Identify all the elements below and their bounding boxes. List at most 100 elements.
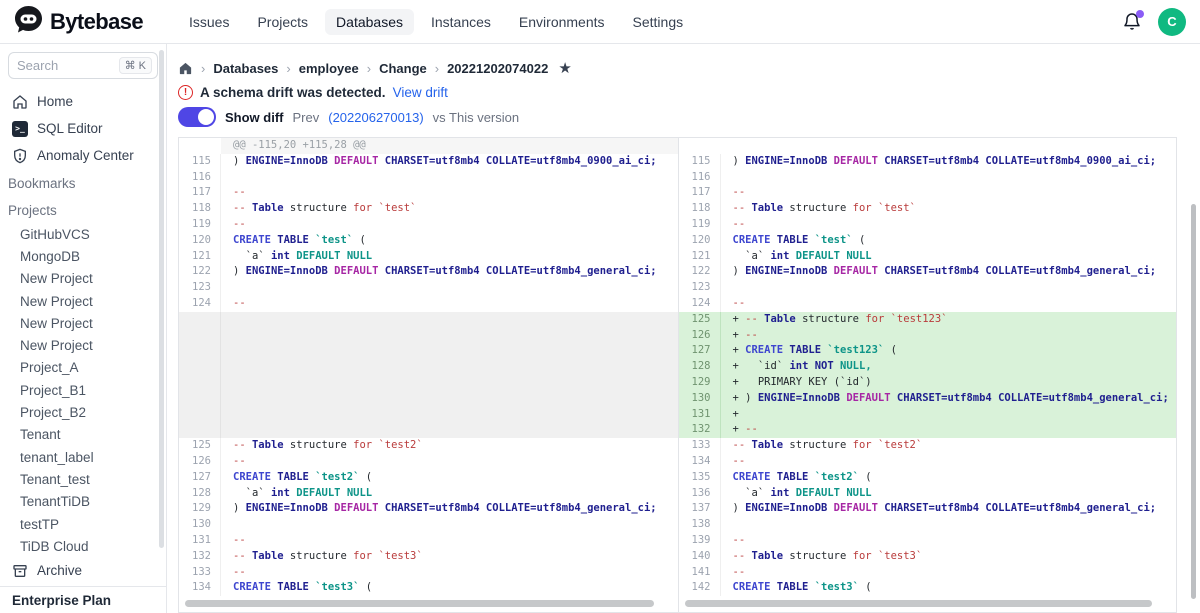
diff-row: 130 [179,517,678,533]
diff-row: 140-- Table structure for `test3` [679,549,1177,565]
nav-tab-projects[interactable]: Projects [246,9,319,35]
diff-row: 124-- [179,296,678,312]
sidebar-project-item[interactable]: TenantTiDB [0,491,166,513]
breadcrumb-item[interactable]: Databases [213,61,278,76]
diff-row: 115) ENGINE=InnoDB DEFAULT CHARSET=utf8m… [679,154,1177,170]
sidebar-project-item[interactable]: testTP [0,513,166,535]
diff-row-added: 129+ PRIMARY KEY (`id`) [679,375,1177,391]
diff-row: 120CREATE TABLE `test` ( [179,233,678,249]
search-input[interactable] [17,58,107,73]
top-nav: Bytebase IssuesProjectsDatabasesInstance… [0,0,1200,44]
diff-row-added: 132+ -- [679,422,1177,438]
sidebar-project-item[interactable]: Project_A [0,357,166,379]
sidebar-project-item[interactable]: Tenant_test [0,468,166,490]
nav-tab-instances[interactable]: Instances [420,9,502,35]
diff-row: 127CREATE TABLE `test2` ( [179,470,678,486]
sidebar-item-sql-editor[interactable]: >_ SQL Editor [0,115,166,142]
search-shortcut-badge: ⌘ K [119,57,152,74]
diff-row: 134CREATE TABLE `test3` ( [179,580,678,596]
sidebar-project-item[interactable]: Project_B1 [0,379,166,401]
diff-row: 135CREATE TABLE `test2` ( [679,470,1177,486]
diff-row: 115) ENGINE=InnoDB DEFAULT CHARSET=utf8m… [179,154,678,170]
diff-row: 133-- [179,565,678,581]
sidebar-item-home[interactable]: Home [0,88,166,115]
sidebar-project-item[interactable]: Tenant [0,424,166,446]
alert-circle-icon: ! [178,85,193,100]
star-icon[interactable]: ★ [558,59,571,77]
sidebar-section-bookmarks: Bookmarks [0,171,166,196]
plan-badge: Enterprise Plan [0,586,166,613]
diff-hunk-header: @@ -115,20 +115,28 @@ [179,138,678,154]
diff-row: 124-- [679,296,1177,312]
sidebar-project-item[interactable]: GitHubVCS [0,223,166,245]
diff-row-added: 127+ CREATE TABLE `test123` ( [679,343,1177,359]
bytebase-logo-text: Bytebase [50,9,143,35]
diff-right-hscrollbar[interactable] [685,600,1153,607]
diff-row: 122) ENGINE=InnoDB DEFAULT CHARSET=utf8m… [179,264,678,280]
breadcrumb-item[interactable]: 20221202074022 [447,61,548,76]
home-icon [12,94,28,110]
breadcrumb: ›Databases›employee›Change›2022120207402… [178,56,1200,80]
diff-row-added: 131+ [679,407,1177,423]
diff-row-added: 128+ `id` int NOT NULL, [679,359,1177,375]
breadcrumb-item[interactable]: Change [379,61,427,76]
diff-row: 117-- [179,185,678,201]
diff-row: 131-- [179,533,678,549]
sidebar-project-item[interactable]: tenant_label [0,446,166,468]
sidebar-project-item[interactable]: New Project [0,290,166,312]
diff-row: 121 `a` int DEFAULT NULL [679,249,1177,265]
diff-row: 116 [179,170,678,186]
sidebar-project-item[interactable]: New Project [0,334,166,356]
diff-toolbar: Show diff Prev (202206270013) vs This ve… [178,104,1200,130]
diff-row: 119-- [679,217,1177,233]
main-vscrollbar[interactable] [1191,204,1196,599]
diff-row: 142CREATE TABLE `test3` ( [679,580,1177,596]
diff-left-hscrollbar[interactable] [185,600,654,607]
nav-tab-environments[interactable]: Environments [508,9,616,35]
diff-row: 123 [179,280,678,296]
bytebase-logo[interactable]: Bytebase [14,5,166,39]
sidebar-scrollbar[interactable] [159,50,164,548]
search-box[interactable]: ⌘ K [8,52,158,79]
show-diff-toggle[interactable] [178,107,216,127]
sidebar-project-item[interactable]: New Project [0,312,166,334]
diff-header-spacer [679,138,1177,154]
nav-tab-settings[interactable]: Settings [622,9,695,35]
sidebar-project-item[interactable]: Project_B2 [0,401,166,423]
diff-row: 137) ENGINE=InnoDB DEFAULT CHARSET=utf8m… [679,501,1177,517]
diff-row: 134-- [679,454,1177,470]
sidebar-project-item[interactable]: New Project [0,268,166,290]
sidebar-item-label: Anomaly Center [37,148,134,163]
diff-row: 118-- Table structure for `test` [179,201,678,217]
breadcrumb-item[interactable]: employee [299,61,359,76]
breadcrumb-separator: › [367,61,371,76]
sidebar-section-projects: Projects [0,198,166,223]
prev-version-link[interactable]: (202206270013) [328,110,423,125]
terminal-icon: >_ [12,121,28,137]
home-icon[interactable] [178,61,193,76]
main-content: ›Databases›employee›Change›2022120207402… [167,44,1200,613]
breadcrumb-separator: › [435,61,439,76]
sidebar-project-list: GitHubVCSMongoDBNew ProjectNew ProjectNe… [0,223,166,557]
diff-row: 118-- Table structure for `test` [679,201,1177,217]
shield-icon [12,148,28,164]
diff-row: 116 [679,170,1177,186]
alert-text: A schema drift was detected. [200,85,386,100]
user-avatar[interactable]: C [1158,8,1186,36]
sidebar-item-archive[interactable]: Archive [0,555,166,586]
diff-left-panel: @@ -115,20 +115,28 @@115) ENGINE=InnoDB … [179,138,678,612]
schema-drift-alert: ! A schema drift was detected. View drif… [178,80,1200,104]
diff-row: 141-- [679,565,1177,581]
view-drift-link[interactable]: View drift [393,85,448,100]
nav-tab-issues[interactable]: Issues [178,9,240,35]
sidebar-project-item[interactable]: MongoDB [0,245,166,267]
main-nav-links: IssuesProjectsDatabasesInstancesEnvironm… [178,9,1122,35]
sidebar: ⌘ K Home >_ SQL Editor Anomaly Center Bo… [0,44,167,613]
nav-tab-databases[interactable]: Databases [325,9,414,35]
vs-label: vs This version [433,110,519,125]
diff-row: 129) ENGINE=InnoDB DEFAULT CHARSET=utf8m… [179,501,678,517]
notifications-bell[interactable] [1122,11,1142,33]
breadcrumb-separator: › [286,61,290,76]
diff-row: 133-- Table structure for `test2` [679,438,1177,454]
sidebar-item-anomaly-center[interactable]: Anomaly Center [0,142,166,169]
